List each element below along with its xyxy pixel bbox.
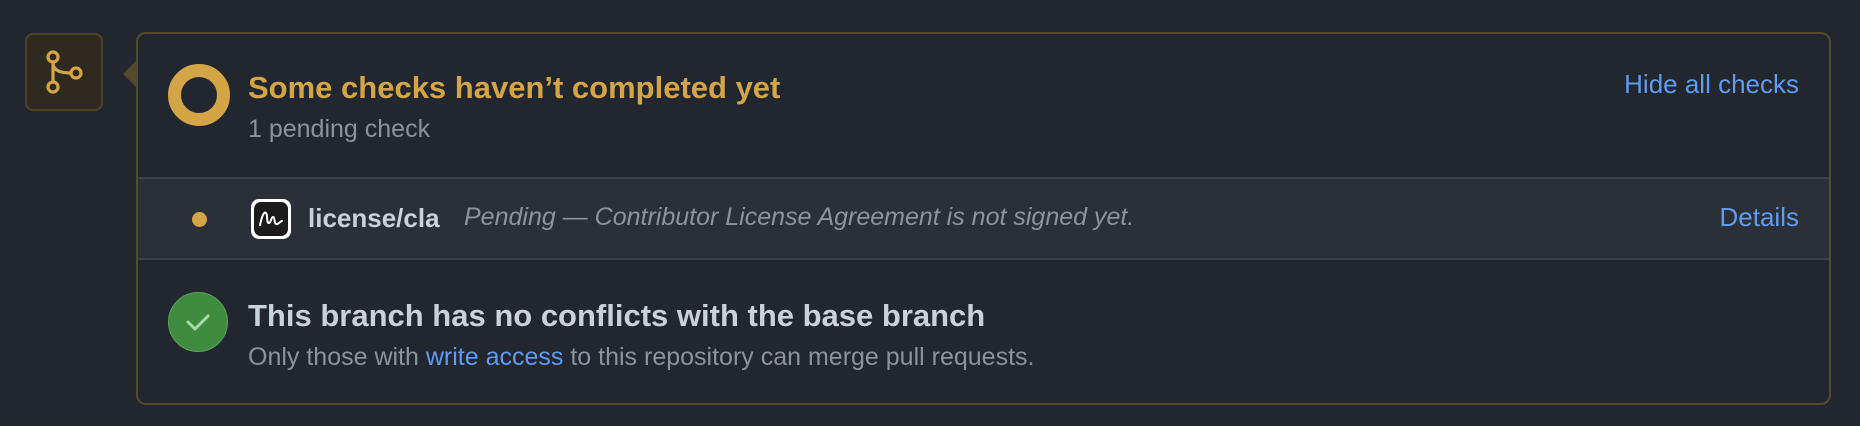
merge-box-pointer (123, 60, 137, 88)
check-description: Pending — Contributor License Agreement … (464, 203, 1135, 231)
conflicts-section: This branch has no conflicts with the ba… (138, 260, 1829, 405)
hide-all-checks-link[interactable]: Hide all checks (1624, 69, 1799, 100)
checks-subtitle: 1 pending check (248, 115, 431, 143)
check-name: license/cla (308, 203, 440, 233)
details-link[interactable]: Details (1720, 202, 1799, 233)
write-access-link[interactable]: write access (426, 343, 564, 371)
merge-status-panel: Some checks haven’t completed yet 1 pend… (0, 0, 1860, 426)
permission-text-before: Only those with (248, 343, 426, 371)
pending-dot-icon (192, 212, 207, 227)
merge-permission-text: Only those with write access to this rep… (248, 343, 1034, 372)
checks-title: Some checks haven’t completed yet (248, 70, 781, 105)
conflicts-title: This branch has no conflicts with the ba… (248, 298, 986, 333)
pending-ring-icon (168, 64, 230, 126)
git-branch-icon (25, 33, 103, 111)
check-icon (168, 292, 228, 352)
merge-box: Some checks haven’t completed yet 1 pend… (136, 32, 1831, 405)
permission-text-after: to this repository can merge pull reques… (563, 343, 1035, 371)
check-row-license-cla: license/cla Pending — Contributor Licens… (138, 177, 1829, 260)
cla-assistant-logo (251, 199, 291, 239)
checks-summary: Some checks haven’t completed yet 1 pend… (138, 34, 1829, 177)
